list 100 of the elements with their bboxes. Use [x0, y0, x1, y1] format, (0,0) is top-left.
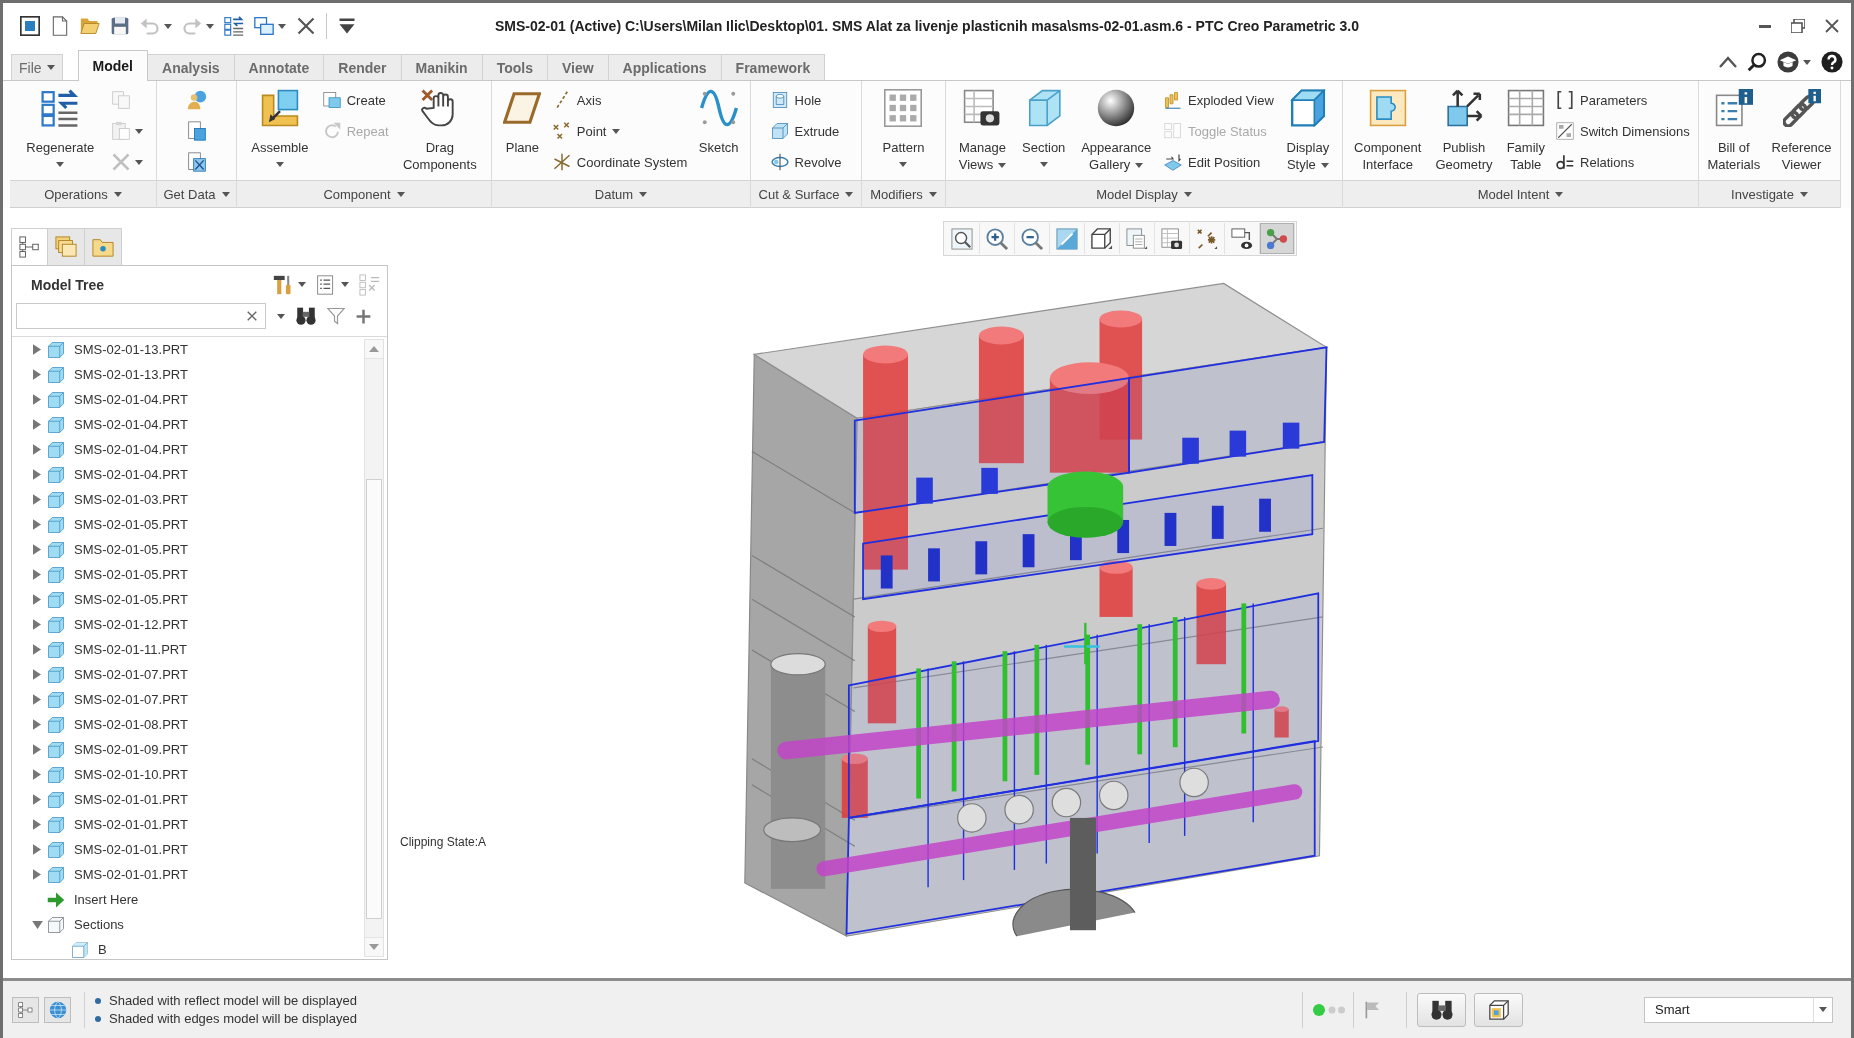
tree-item[interactable]: SMS-02-01-05.PRT: [31, 512, 188, 537]
tree-item[interactable]: SMS-02-01-11.PRT: [31, 637, 187, 662]
disclosure-triangle-icon[interactable]: [33, 844, 41, 855]
ribbon-button[interactable]: Switch Dimensions: [1556, 118, 1690, 144]
ribbon-button[interactable]: Component Interface: [1351, 87, 1425, 173]
ribbon-tab[interactable]: Tools: [482, 54, 548, 80]
ribbon-group-menu[interactable]: Operations: [10, 180, 156, 208]
disclosure-triangle-icon[interactable]: [33, 669, 41, 680]
tree-item[interactable]: SMS-02-01-08.PRT: [31, 712, 188, 737]
scroll-up-button[interactable]: [365, 340, 383, 359]
disclosure-triangle-icon[interactable]: [33, 619, 41, 630]
ribbon-tab[interactable]: File: [11, 54, 63, 80]
disclosure-triangle-icon[interactable]: [33, 769, 41, 780]
disclosure-triangle-icon[interactable]: [33, 469, 41, 480]
ribbon-button[interactable]: Edit Position: [1164, 149, 1274, 175]
ribbon-button[interactable]: Appearance Gallery: [1078, 87, 1155, 173]
disclosure-triangle-icon[interactable]: [31, 920, 43, 929]
scrollbar-thumb[interactable]: [366, 479, 382, 919]
tree-item[interactable]: SMS-02-01-05.PRT: [31, 537, 188, 562]
tree-item[interactable]: SMS-02-01-13.PRT: [31, 362, 188, 387]
disclosure-triangle-icon[interactable]: [33, 544, 41, 555]
ribbon-button[interactable]: Display Style: [1283, 87, 1333, 173]
disclosure-triangle-icon[interactable]: [33, 369, 41, 380]
ribbon-button[interactable]: Drag Components: [399, 87, 480, 173]
ribbon-button[interactable]: Coordinate System: [552, 149, 688, 175]
list-settings-icon[interactable]: [316, 273, 336, 296]
disclosure-triangle-icon[interactable]: [33, 444, 41, 455]
tree-item[interactable]: SMS-02-01-12.PRT: [31, 612, 188, 637]
open-folder-icon[interactable]: [80, 16, 100, 36]
windows-icon[interactable]: [254, 16, 274, 36]
ribbon-button[interactable]: Exploded View: [1164, 87, 1274, 113]
ribbon-button[interactable]: Regenerate: [23, 87, 98, 167]
tools-icon[interactable]: [273, 273, 293, 296]
ribbon-button[interactable]: Hole: [770, 87, 842, 113]
restore-icon[interactable]: [1791, 19, 1805, 33]
tree-item[interactable]: B: [55, 937, 107, 959]
caret-icon[interactable]: [1803, 59, 1811, 65]
ribbon-group-menu[interactable]: Model Intent: [1343, 180, 1698, 208]
globe-button[interactable]: [44, 996, 71, 1023]
disclosure-triangle-icon[interactable]: [33, 519, 41, 530]
tree-item[interactable]: SMS-02-01-04.PRT: [31, 437, 188, 462]
ribbon-group-menu[interactable]: Datum: [492, 180, 750, 208]
ribbon-button[interactable]: Sketch: [695, 87, 742, 156]
ribbon-button[interactable]: Pattern: [879, 87, 928, 167]
disclosure-triangle-icon[interactable]: [33, 419, 41, 430]
ribbon-button[interactable]: Relations: [1556, 149, 1690, 175]
disclosure-triangle-icon[interactable]: [33, 744, 41, 755]
page-block-icon[interactable]: [186, 121, 207, 141]
navigator-tab[interactable]: [48, 228, 85, 265]
caret-icon[interactable]: [277, 313, 285, 319]
selection-button[interactable]: [1474, 992, 1523, 1027]
disclosure-triangle-icon[interactable]: [33, 494, 41, 505]
ribbon-button[interactable]: Revolve: [770, 149, 842, 175]
disclosure-triangle-icon[interactable]: [33, 344, 41, 355]
disclosure-triangle-icon[interactable]: [33, 644, 41, 655]
ribbon-tab[interactable]: Model: [77, 50, 148, 81]
plus-icon[interactable]: [356, 308, 371, 324]
ribbon-group-menu[interactable]: Component: [237, 180, 491, 208]
disclosure-triangle-icon[interactable]: [33, 694, 41, 705]
ribbon-button[interactable]: Family Table: [1503, 87, 1548, 173]
tree-item[interactable]: SMS-02-01-03.PRT: [31, 487, 188, 512]
tree-item[interactable]: SMS-02-01-01.PRT: [31, 787, 188, 812]
search-icon[interactable]: [1747, 52, 1767, 72]
tree-item[interactable]: SMS-02-01-05.PRT: [31, 562, 188, 587]
ribbon-button[interactable]: Extrude: [770, 118, 842, 144]
disclosure-triangle-icon[interactable]: [33, 819, 41, 830]
disclosure-triangle-icon[interactable]: [33, 594, 41, 605]
tree-item[interactable]: SMS-02-01-10.PRT: [31, 762, 188, 787]
graduation-cap-icon[interactable]: [1777, 51, 1799, 73]
ribbon-button[interactable]: Axis: [552, 87, 688, 113]
filter-icon[interactable]: [327, 307, 345, 325]
find-button[interactable]: [1417, 992, 1466, 1027]
tree-item[interactable]: SMS-02-01-04.PRT: [31, 412, 188, 437]
ribbon-tab[interactable]: Framework: [721, 54, 826, 80]
ribbon-button[interactable]: Manage Views: [955, 87, 1010, 173]
tree-view-button[interactable]: [12, 996, 39, 1023]
tree-item[interactable]: SMS-02-01-04.PRT: [31, 462, 188, 487]
ribbon-group-menu[interactable]: Get Data: [157, 180, 236, 208]
ribbon-tab[interactable]: Annotate: [234, 54, 325, 80]
ribbon-button[interactable]: Create: [322, 87, 389, 113]
minimize-icon[interactable]: [1759, 24, 1771, 28]
tree-item[interactable]: SMS-02-01-01.PRT: [31, 812, 188, 837]
tree-item[interactable]: SMS-02-01-05.PRT: [31, 587, 188, 612]
save-icon[interactable]: [110, 16, 130, 36]
tree-item[interactable]: SMS-02-01-01.PRT: [31, 837, 188, 862]
ribbon-group-menu[interactable]: Modifiers: [862, 180, 945, 208]
disclosure-triangle-icon[interactable]: [33, 869, 41, 880]
close-icon[interactable]: [1825, 19, 1839, 33]
ribbon-button[interactable]: Bill of Materials: [1704, 87, 1764, 173]
tree-item[interactable]: SMS-02-01-01.PRT: [31, 862, 188, 887]
disclosure-triangle-icon[interactable]: [33, 719, 41, 730]
ribbon-group-menu[interactable]: Investigate: [1699, 180, 1840, 208]
ribbon-tab[interactable]: Applications: [608, 54, 722, 80]
tree-item[interactable]: Sections: [31, 912, 124, 937]
close-icon[interactable]: [246, 310, 258, 322]
disclosure-triangle-icon[interactable]: [33, 794, 41, 805]
sphere-figure-icon[interactable]: [186, 90, 207, 110]
close-window-icon[interactable]: [296, 16, 316, 36]
search-field[interactable]: [16, 303, 266, 329]
navigator-tab[interactable]: [85, 228, 122, 265]
